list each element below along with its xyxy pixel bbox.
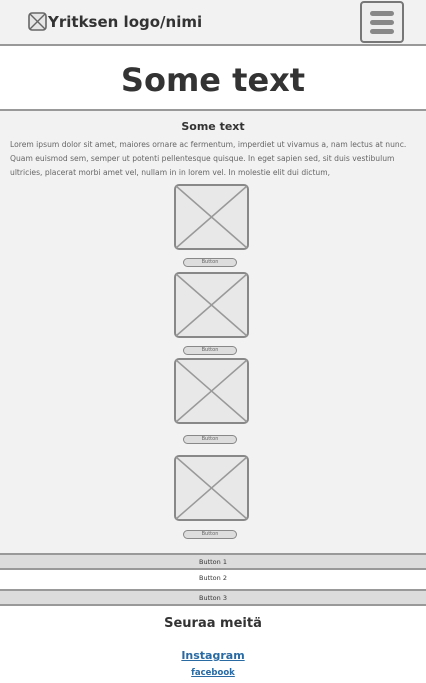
image-placeholder-icon [174, 358, 249, 424]
logo-placeholder-icon [28, 12, 47, 31]
section-title: Some text [181, 120, 245, 133]
menu-bar-icon [370, 11, 394, 16]
image-placeholder-icon [174, 455, 249, 521]
footer-button-1[interactable]: Button 1 [0, 553, 426, 570]
footer-button-3[interactable]: Button 3 [0, 589, 426, 606]
item-button[interactable]: Button [183, 258, 237, 267]
company-logo-name[interactable]: Yritksen logo/nimi [48, 12, 202, 32]
section-body-text: Lorem ipsum dolor sit amet, maiores orna… [10, 140, 407, 177]
hero-title: Some text [120, 61, 306, 99]
hamburger-menu-button[interactable] [360, 1, 404, 43]
image-placeholder-icon [174, 272, 249, 338]
menu-bar-icon [370, 29, 394, 34]
follow-us-heading: Seuraa meitä [164, 616, 262, 631]
menu-bar-icon [370, 20, 394, 25]
item-button[interactable]: Button [183, 435, 237, 444]
facebook-link[interactable]: facebook [0, 667, 426, 680]
image-placeholder-icon [174, 184, 249, 250]
footer-button-2[interactable]: Button 2 [0, 571, 426, 588]
item-button[interactable]: Button [183, 346, 237, 355]
header-bar: Yritksen logo/nimi [0, 0, 426, 46]
item-button[interactable]: Button [183, 530, 237, 539]
instagram-link[interactable]: Instagram [0, 648, 426, 664]
